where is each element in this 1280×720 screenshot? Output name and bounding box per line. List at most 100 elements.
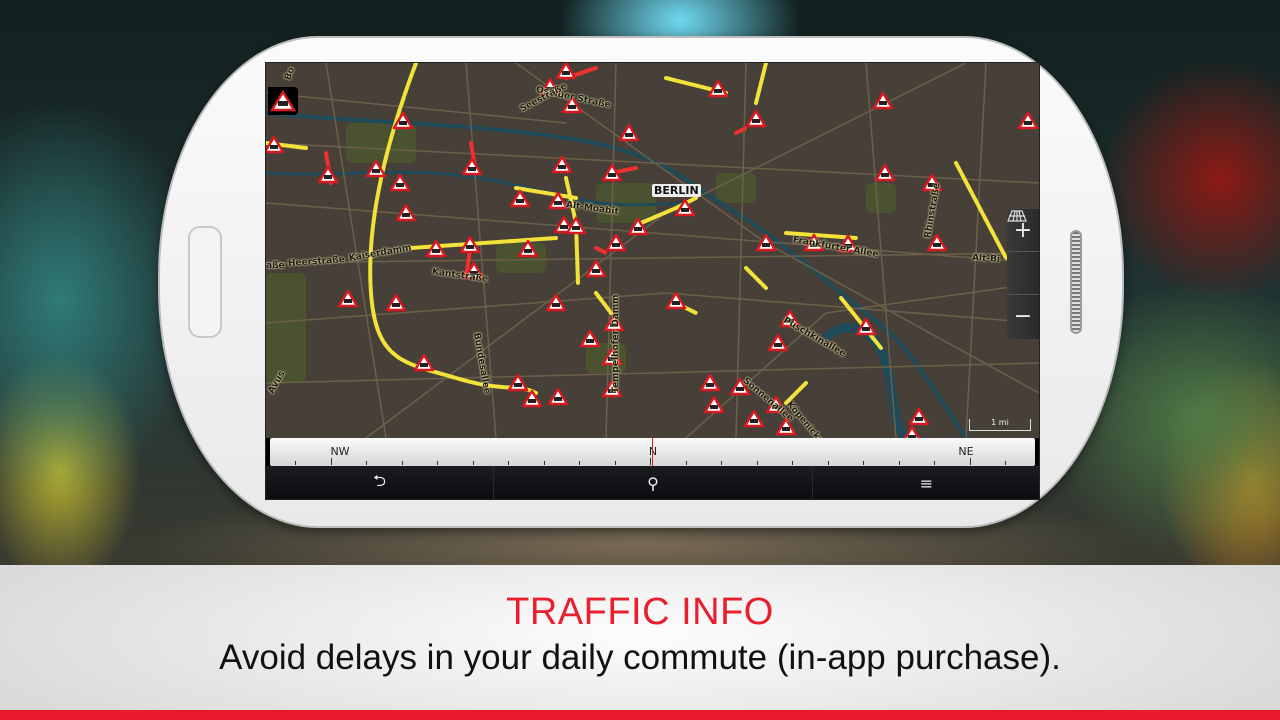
view-toggle-button[interactable] — [1007, 210, 1039, 295]
compass-tick — [437, 461, 438, 465]
warning-glyph — [933, 243, 941, 247]
bottom-bar: ⮌ ⚲ ≡ — [266, 466, 1039, 499]
phone-speaker — [1070, 230, 1082, 334]
warning-glyph — [420, 363, 428, 367]
warning-glyph — [568, 105, 576, 109]
park — [866, 183, 896, 213]
city-label: BERLIN — [652, 184, 701, 197]
traffic-jam-warning-icon — [269, 89, 297, 112]
warning-glyph — [706, 383, 714, 387]
warning-glyph — [560, 225, 568, 229]
traffic-warning-icon — [547, 387, 569, 406]
menu-button[interactable]: ≡ — [813, 466, 1039, 499]
heading-needle — [652, 438, 653, 466]
warning-glyph — [608, 173, 616, 177]
warning-glyph — [881, 173, 889, 177]
traffic-slow-segment — [594, 291, 613, 315]
search-button[interactable]: ⚲ — [494, 466, 813, 499]
compass-tick — [295, 461, 296, 465]
warning-glyph — [572, 226, 580, 230]
warning-glyph — [324, 175, 332, 179]
warning-glyph — [752, 119, 760, 123]
search-icon: ⚲ — [647, 474, 659, 493]
compass-tick — [579, 461, 580, 465]
warning-glyph — [634, 227, 642, 231]
street-label: Tempelhofer Damm — [611, 294, 621, 393]
map-view[interactable]: Oslauer Straße Seestraße Alt-Moabit Kaiserd… — [266, 63, 1039, 496]
traffic-slow-segment — [744, 266, 768, 290]
traffic-warning-icon — [699, 373, 721, 392]
traffic-warning-icon — [767, 333, 789, 352]
accent-bar — [0, 710, 1280, 720]
compass-tick — [863, 461, 864, 465]
caption-title: TRAFFIC INFO — [506, 591, 774, 633]
park — [496, 243, 546, 273]
back-button[interactable]: ⮌ — [266, 466, 495, 499]
zoom-out-button[interactable]: − — [1007, 295, 1039, 338]
compass-tick — [472, 461, 474, 465]
traffic-warning-icon — [337, 289, 359, 308]
road — [965, 63, 987, 438]
traffic-warning-icon — [545, 293, 567, 312]
traffic-warning-icon — [521, 389, 543, 408]
warning-glyph — [396, 183, 404, 187]
compass-tick — [401, 461, 403, 465]
traffic-warning-icon — [745, 109, 767, 128]
warning-glyph — [862, 327, 870, 331]
traffic-warning-icon — [908, 407, 930, 426]
menu-icon: ≡ — [919, 474, 934, 493]
warning-glyph — [524, 249, 532, 253]
park — [266, 273, 306, 383]
compass-tick — [366, 461, 367, 465]
warning-glyph — [782, 427, 790, 431]
warning-glyph — [714, 89, 722, 93]
compass-tick — [1005, 461, 1006, 465]
caption-panel: TRAFFIC INFO Avoid delays in your daily … — [0, 565, 1280, 710]
traffic-warning-icon — [413, 353, 435, 372]
traffic-alert-button[interactable] — [268, 87, 298, 115]
compass-tick — [508, 461, 509, 465]
street-label: aße — [266, 261, 285, 271]
traffic-warning-icon — [509, 189, 531, 208]
traffic-warning-icon — [461, 157, 483, 176]
app-screen: Oslauer Straße Seestraße Alt-Moabit Kaiserd… — [265, 62, 1040, 500]
compass-tick — [827, 461, 829, 465]
traffic-warning-icon — [395, 203, 417, 222]
traffic-warning-icon — [665, 291, 687, 310]
compass-tick — [898, 461, 900, 465]
warning-glyph — [558, 165, 566, 169]
warning-glyph — [344, 299, 352, 303]
warning-glyph — [710, 405, 718, 409]
traffic-warning-icon — [579, 329, 601, 348]
warning-glyph — [554, 201, 562, 205]
compass-tick — [756, 461, 758, 465]
warning-glyph — [915, 417, 923, 421]
traffic-warning-icon — [874, 163, 896, 182]
street-label: Alt-Bi — [971, 253, 1001, 265]
warning-glyph — [399, 121, 407, 125]
zoom-controls: + − — [1007, 209, 1039, 339]
compass-tick — [934, 461, 935, 465]
warning-glyph — [562, 71, 570, 75]
back-arrow-icon: ⮌ — [373, 471, 386, 490]
traffic-stopped-segment — [594, 246, 608, 255]
compass-tick — [614, 461, 616, 465]
warning-glyph — [625, 133, 633, 137]
compass-tick — [792, 461, 793, 465]
grid-perspective-icon — [1007, 210, 1027, 222]
traffic-warning-icon — [703, 395, 725, 414]
traffic-warning-icon — [555, 63, 577, 80]
traffic-warning-icon — [605, 233, 627, 252]
warning-glyph — [879, 101, 887, 105]
phone-home-button — [188, 226, 222, 338]
compass-tick — [543, 461, 545, 465]
warning-glyph — [762, 243, 770, 247]
warning-glyph — [774, 343, 782, 347]
warning-glyph — [612, 243, 620, 247]
compass-strip[interactable]: NW N NE — [270, 438, 1035, 466]
warning-glyph — [736, 387, 744, 391]
warning-glyph — [554, 397, 562, 401]
map-scale: 1 mi — [969, 419, 1031, 431]
warning-glyph — [516, 199, 524, 203]
compass-tick — [330, 458, 332, 465]
